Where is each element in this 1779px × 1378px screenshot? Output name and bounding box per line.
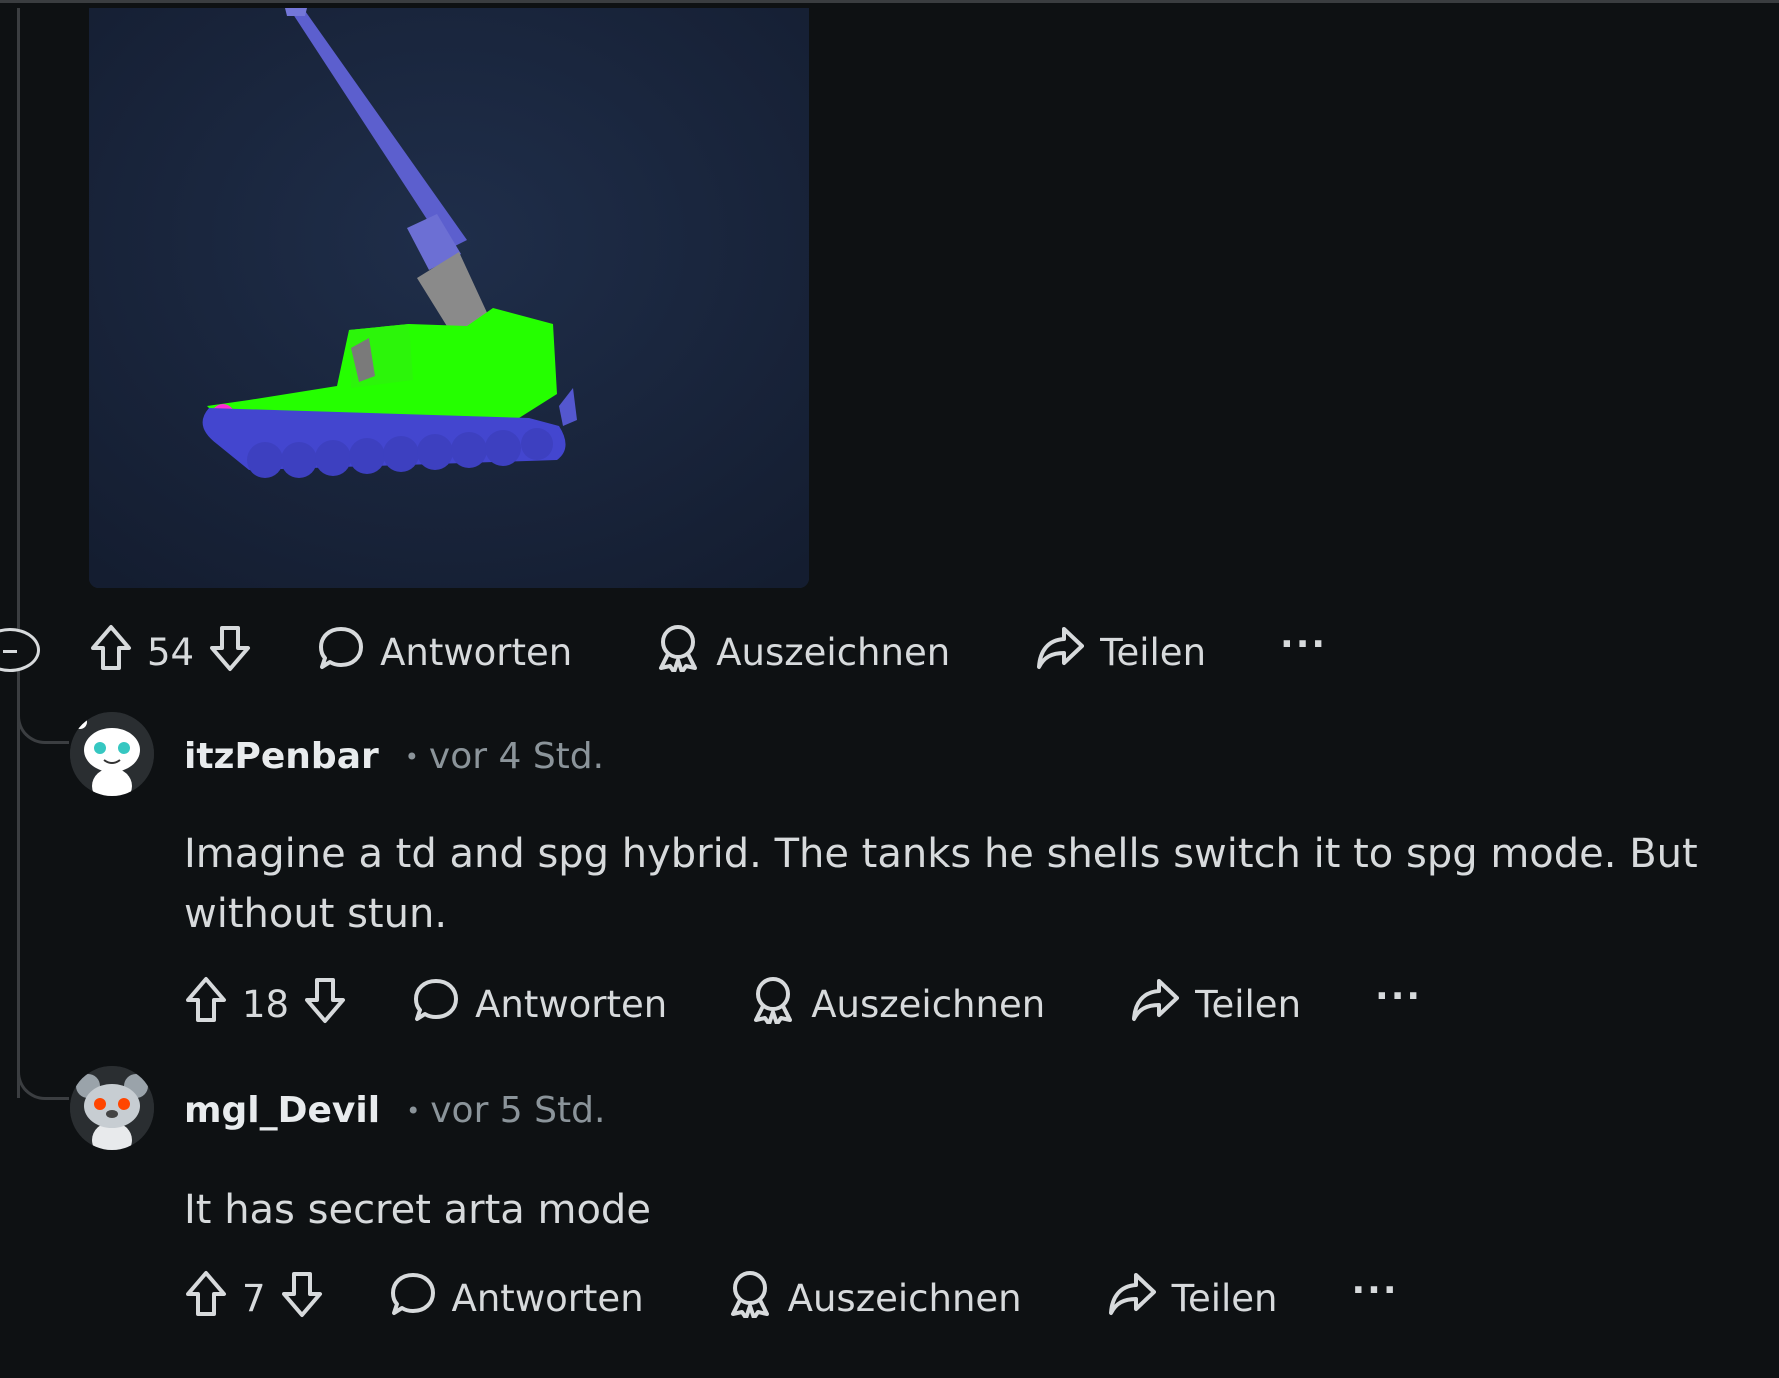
thread-branch-2 bbox=[17, 990, 69, 1100]
post-image[interactable] bbox=[89, 8, 809, 588]
upvote-arrow-icon[interactable] bbox=[184, 1270, 228, 1327]
timestamp[interactable]: vor 4 Std. bbox=[429, 736, 604, 777]
share-button[interactable]: Teilen bbox=[1131, 977, 1301, 1032]
comment-action-row: 7 Antworten Auszeichnen Teilen ··· bbox=[184, 1270, 1399, 1327]
comment-meta: itzPenbar • vor 4 Std. bbox=[184, 736, 604, 777]
share-arrow-icon bbox=[1131, 977, 1180, 1032]
username[interactable]: itzPenbar bbox=[184, 736, 379, 777]
award-ribbon-icon bbox=[728, 1270, 772, 1327]
downvote-arrow-icon[interactable] bbox=[280, 1270, 324, 1327]
vote-count: 54 bbox=[147, 630, 195, 674]
post-action-row: 54 Antworten Auszeichnen Teilen ··· bbox=[89, 624, 1327, 681]
collapse-minus-icon[interactable] bbox=[0, 628, 40, 672]
thread-branch-1 bbox=[17, 680, 69, 744]
award-button[interactable]: Auszeichnen bbox=[656, 624, 950, 681]
reddit-comment-thread: 54 Antworten Auszeichnen Teilen ··· itzP… bbox=[0, 0, 1779, 1378]
award-ribbon-icon bbox=[656, 624, 700, 681]
separator-dot: • bbox=[406, 1096, 421, 1125]
comment-body: It has secret arta mode bbox=[184, 1187, 651, 1233]
more-options-button[interactable]: ··· bbox=[1375, 976, 1422, 1017]
vote-count: 7 bbox=[242, 1276, 266, 1320]
snoo-avatar-icon bbox=[70, 712, 154, 796]
upvote-arrow-icon[interactable] bbox=[184, 976, 228, 1033]
reply-button[interactable]: Antworten bbox=[390, 1271, 644, 1326]
speech-bubble-icon bbox=[318, 625, 364, 680]
tank-image bbox=[89, 8, 809, 588]
timestamp[interactable]: vor 5 Std. bbox=[430, 1090, 605, 1131]
top-border bbox=[0, 0, 1779, 8]
downvote-arrow-icon[interactable] bbox=[208, 624, 252, 681]
share-button[interactable]: Teilen bbox=[1036, 625, 1206, 680]
award-ribbon-icon bbox=[751, 976, 795, 1033]
reply-button[interactable]: Antworten bbox=[318, 625, 572, 680]
comment-body: Imagine a td and spg hybrid. The tanks h… bbox=[184, 831, 1698, 937]
separator-dot: • bbox=[404, 742, 419, 771]
speech-bubble-icon bbox=[413, 977, 459, 1032]
comment-action-row: 18 Antworten Auszeichnen Teilen ··· bbox=[184, 976, 1422, 1033]
snoo-avatar-icon bbox=[70, 1066, 154, 1150]
reply-button[interactable]: Antworten bbox=[413, 977, 667, 1032]
comment-meta: mgl_Devil • vor 5 Std. bbox=[184, 1090, 605, 1131]
thread-line[interactable] bbox=[17, 8, 20, 1098]
more-options-button[interactable]: ··· bbox=[1280, 624, 1327, 665]
share-arrow-icon bbox=[1036, 625, 1085, 680]
award-button[interactable]: Auszeichnen bbox=[751, 976, 1045, 1033]
avatar[interactable] bbox=[70, 1066, 154, 1150]
upvote-arrow-icon[interactable] bbox=[89, 624, 133, 681]
share-arrow-icon bbox=[1108, 1271, 1156, 1326]
downvote-arrow-icon[interactable] bbox=[303, 976, 347, 1033]
more-options-button[interactable]: ··· bbox=[1351, 1270, 1398, 1311]
vote-count: 18 bbox=[242, 982, 290, 1026]
share-button[interactable]: Teilen bbox=[1108, 1271, 1277, 1326]
award-button[interactable]: Auszeichnen bbox=[728, 1270, 1022, 1327]
speech-bubble-icon bbox=[390, 1271, 436, 1326]
avatar[interactable] bbox=[70, 712, 154, 796]
username[interactable]: mgl_Devil bbox=[184, 1090, 380, 1131]
